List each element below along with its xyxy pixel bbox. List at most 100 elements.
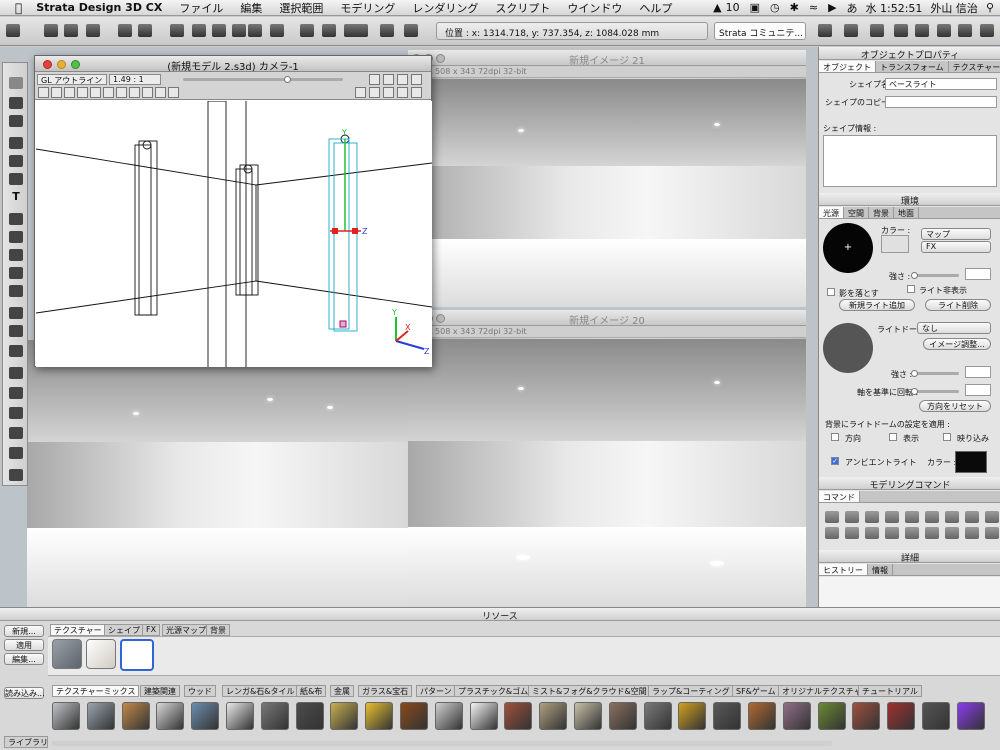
spot-light-tool-icon[interactable]: [9, 325, 23, 337]
shadow-checkbox[interactable]: [827, 288, 835, 296]
cmd-smooth-icon[interactable]: [885, 527, 899, 539]
texture-swatch[interactable]: [608, 702, 637, 730]
home-icon[interactable]: [168, 87, 179, 98]
frame-selection-icon[interactable]: [103, 87, 114, 98]
cmd-array-icon[interactable]: [865, 527, 879, 539]
cmd-bevel-icon[interactable]: [825, 527, 839, 539]
shape-name-field[interactable]: ベースライト: [885, 78, 997, 90]
display-checkbox[interactable]: [889, 433, 897, 441]
details-header[interactable]: 詳細: [819, 550, 1000, 564]
texture-swatch[interactable]: [539, 702, 568, 730]
apple-icon[interactable]: : [15, 1, 22, 15]
lights-icon[interactable]: [937, 24, 951, 37]
delete-light-button[interactable]: ライト削除: [925, 299, 991, 311]
texture-swatch[interactable]: [887, 702, 916, 730]
strength-knob[interactable]: [911, 272, 918, 279]
map-popup[interactable]: マップ: [921, 228, 991, 240]
edit-resource-button[interactable]: 編集...: [4, 653, 44, 665]
res-tab-lightmap[interactable]: 光源マップ: [162, 624, 210, 636]
group-icon[interactable]: [322, 24, 336, 37]
strength-field[interactable]: [965, 268, 991, 280]
dome-strength-slider[interactable]: [913, 372, 959, 375]
texture-swatch[interactable]: [260, 702, 289, 730]
close-button[interactable]: [43, 60, 52, 69]
camera-tool-icon[interactable]: [9, 345, 23, 357]
bluetooth-icon[interactable]: ✱: [790, 1, 799, 14]
settings-icon[interactable]: [915, 24, 929, 37]
strength-slider[interactable]: [913, 274, 959, 277]
duplicate-icon[interactable]: [232, 24, 246, 37]
light-sphere-preview[interactable]: +: [823, 223, 873, 273]
dome-strength-knob[interactable]: [911, 370, 918, 377]
texture-swatch[interactable]: [782, 702, 811, 730]
texture-swatch[interactable]: [365, 702, 394, 730]
measure-icon[interactable]: [383, 87, 394, 98]
dome-popup[interactable]: なし: [917, 322, 991, 334]
zoom-button[interactable]: [436, 54, 445, 63]
res-tab-background[interactable]: 背景: [206, 624, 230, 636]
hierarchy-icon[interactable]: [844, 24, 858, 37]
texture-swatch[interactable]: [469, 702, 498, 730]
resources-header[interactable]: リソース: [0, 608, 1000, 622]
menu-user[interactable]: 外山 信治: [930, 0, 978, 16]
dome-sphere-preview[interactable]: [823, 323, 873, 373]
shape-info-field[interactable]: [823, 135, 997, 187]
zoom-button[interactable]: [436, 314, 445, 323]
nav-down-icon[interactable]: [77, 87, 88, 98]
texture-swatch[interactable]: [713, 702, 742, 730]
distribute-icon[interactable]: [380, 24, 394, 37]
tab-transform[interactable]: トランスフォーム: [876, 61, 949, 72]
tab-ground[interactable]: 地面: [894, 207, 919, 218]
undo-icon[interactable]: [248, 24, 262, 37]
cmd-skin-icon[interactable]: [885, 511, 899, 523]
walk-icon[interactable]: [142, 87, 153, 98]
cmd-boolean-icon[interactable]: [925, 511, 939, 523]
menu-modeling[interactable]: モデリング: [340, 0, 395, 16]
load-resource-button[interactable]: 読み込み...: [4, 687, 45, 699]
texture-swatch[interactable]: [330, 702, 359, 730]
photoshop-export-icon[interactable]: [138, 24, 152, 37]
res-tab-fx[interactable]: FX: [142, 624, 161, 636]
nav-left-icon[interactable]: [38, 87, 49, 98]
sphere-tool-icon[interactable]: [9, 249, 23, 261]
texture-icon[interactable]: [894, 24, 908, 37]
text-tool-icon[interactable]: T: [9, 191, 23, 203]
environment-header[interactable]: 環境: [819, 193, 1000, 207]
modeling-header[interactable]: モデリングコマンド: [819, 477, 1000, 491]
reset-direction-button[interactable]: 方向をリセット: [919, 400, 991, 412]
res-tab-texture[interactable]: テクスチャー: [50, 624, 106, 636]
texture-swatch[interactable]: [956, 702, 985, 730]
eyedropper-tool-icon[interactable]: [9, 469, 23, 481]
window-title[interactable]: 新規イメージ 21: [408, 50, 806, 67]
new-resource-button[interactable]: 新規...: [4, 625, 44, 637]
texture-swatch[interactable]: [574, 702, 602, 730]
cmd-twist-icon[interactable]: [945, 511, 959, 523]
apply-resource-button[interactable]: 適用: [4, 639, 44, 651]
zoom-ratio-field[interactable]: 1.49 : 1: [109, 74, 161, 85]
tab-space[interactable]: 空間: [844, 207, 869, 218]
texture-swatch[interactable]: [643, 702, 672, 730]
camera-viewport[interactable]: Z Y Y X Z: [36, 101, 432, 367]
menu-rendering[interactable]: レンダリング: [412, 0, 478, 16]
spotlight-icon[interactable]: ⚲: [986, 1, 994, 14]
tab-command[interactable]: コマンド: [819, 491, 860, 502]
display-icon[interactable]: ▣: [750, 1, 760, 14]
lib-tab-wood[interactable]: ウッド: [184, 685, 216, 697]
cmd-merge-icon[interactable]: [925, 527, 939, 539]
fx-popup[interactable]: FX: [921, 241, 991, 253]
reflection-checkbox[interactable]: [943, 433, 951, 441]
tab-history[interactable]: ヒストリー: [819, 564, 868, 575]
redo-icon[interactable]: [270, 24, 284, 37]
cut-icon[interactable]: [170, 24, 184, 37]
texture-swatch[interactable]: [504, 702, 533, 730]
texture-swatch[interactable]: [852, 702, 881, 730]
menu-edit[interactable]: 編集: [240, 0, 262, 16]
lib-tab-glass-gem[interactable]: ガラス&宝石: [358, 685, 413, 697]
properties-header[interactable]: オブジェクトプロパティ: [819, 47, 1000, 61]
light-tool-icon[interactable]: [9, 307, 23, 319]
cmd-sweep-icon[interactable]: [865, 511, 879, 523]
adobe-icon[interactable]: ▲: [713, 1, 721, 14]
camera-view-icon[interactable]: [116, 87, 127, 98]
lib-tab-paper-cloth[interactable]: 紙&布: [296, 685, 327, 697]
notes-icon[interactable]: [980, 24, 994, 37]
